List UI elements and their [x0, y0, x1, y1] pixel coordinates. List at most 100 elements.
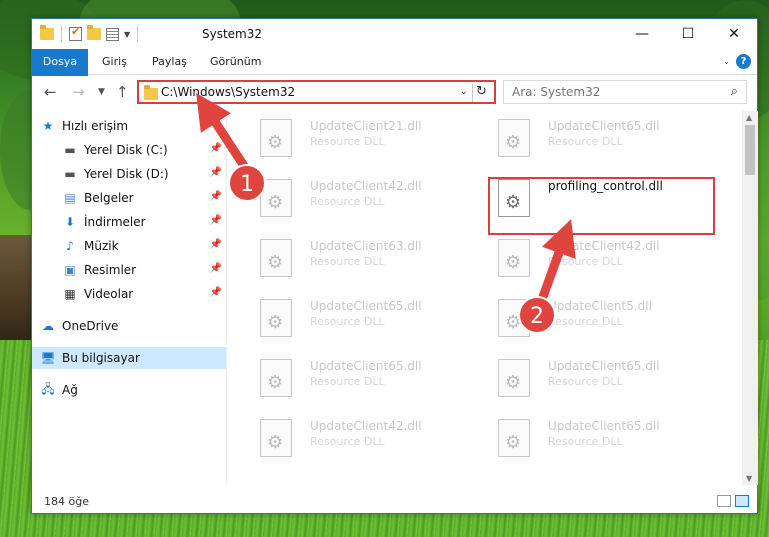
recent-locations-icon[interactable]: ▼	[98, 87, 105, 97]
file-name: UpdateClient42.dll	[310, 419, 422, 433]
pin-icon[interactable]: 📌	[210, 239, 222, 250]
window-title: System32	[202, 27, 263, 41]
search-input[interactable]	[512, 82, 712, 102]
file-item[interactable]: ⚙ UpdateClient65.dll Resource DLL	[488, 351, 718, 407]
tab-share[interactable]: Paylaş	[142, 49, 197, 75]
sidebar-item-label: Bu bilgisayar	[62, 351, 140, 365]
view-properties-icon[interactable]	[106, 27, 119, 41]
file-name: UpdateClient65.dll	[548, 359, 660, 373]
file-item[interactable]: ⚙ UpdateClient42.dll Resource DLL	[250, 171, 480, 227]
file-explorer-window: ▼ System32 — ☐ ✕ Dosya Giriş Paylaş Görü…	[31, 18, 758, 514]
video-icon: ▦	[64, 287, 76, 301]
tab-view[interactable]: Görünüm	[200, 49, 271, 75]
window-controls: — ☐ ✕	[619, 19, 757, 49]
folder-icon	[144, 85, 158, 100]
file-name: UpdateClient42.dll	[310, 179, 422, 193]
file-highlight-box	[488, 177, 715, 235]
large-icons-view-icon[interactable]	[735, 495, 749, 507]
sidebar-item-quick-access[interactable]: ★ Hızlı erişim	[40, 115, 226, 137]
file-item[interactable]: ⚙ UpdateClient65.dll Resource DLL	[488, 111, 718, 167]
address-bar[interactable]: C:\Windows\System32 ⌄ ↻	[137, 80, 496, 104]
help-icon[interactable]: ?	[736, 54, 751, 69]
file-type: Resource DLL	[310, 255, 385, 268]
file-name: UpdateClient65.dll	[548, 119, 660, 133]
sidebar-item-label: Resimler	[84, 263, 137, 277]
pane-divider[interactable]	[226, 111, 227, 485]
scroll-down-icon[interactable]: ▼	[746, 474, 752, 483]
sidebar-item-label: Müzik	[84, 239, 119, 253]
step-badge-1: 1	[228, 164, 266, 202]
sidebar-item-label: Ağ	[62, 383, 78, 397]
file-item[interactable]: ⚙ UpdateClient65.dll Resource DLL	[488, 411, 718, 467]
search-box[interactable]: ⌕	[503, 80, 747, 104]
pin-icon[interactable]: 📌	[210, 215, 222, 226]
sidebar-item-videos[interactable]: ▦ Videolar 📌	[62, 283, 226, 305]
sidebar-item-onedrive[interactable]: ☁ OneDrive	[40, 315, 226, 337]
pin-icon[interactable]: 📌	[210, 263, 222, 274]
tab-home[interactable]: Giriş	[92, 49, 137, 75]
back-arrow-icon[interactable]: ←	[44, 83, 57, 101]
properties-check-icon[interactable]	[69, 25, 82, 41]
dll-file-icon: ⚙	[498, 239, 530, 277]
sidebar-item-local-disk-d[interactable]: ▬ Yerel Disk (D:) 📌	[62, 163, 226, 185]
pin-icon[interactable]: 📌	[210, 143, 222, 154]
vertical-scrollbar[interactable]: ▲ ▼	[742, 111, 758, 485]
sidebar-item-label: Belgeler	[84, 191, 134, 205]
pin-icon[interactable]: 📌	[210, 167, 222, 178]
title-bar: ▼ System32 — ☐ ✕	[32, 19, 757, 49]
file-type: Resource DLL	[310, 315, 385, 328]
view-switcher	[717, 495, 749, 507]
file-list: ⚙ UpdateClient21.dll Resource DLL ⚙ Upda…	[240, 111, 744, 485]
minimize-button[interactable]: —	[619, 19, 665, 49]
file-item[interactable]: ⚙ UpdateClient42.dll Resource DLL	[250, 411, 480, 467]
sidebar-item-network[interactable]: 🖧 Ağ	[40, 379, 226, 401]
sidebar-item-downloads[interactable]: ⬇ İndirmeler 📌	[62, 211, 226, 233]
file-name: UpdateClient5.dll	[548, 299, 652, 313]
maximize-button[interactable]: ☐	[665, 19, 711, 49]
address-dropdown-icon[interactable]: ⌄	[460, 86, 468, 97]
file-name: UpdateClient21.dll	[310, 119, 422, 133]
expand-ribbon-icon[interactable]: ⌄	[723, 57, 730, 66]
file-type: Resource DLL	[310, 435, 385, 448]
sidebar-item-pictures[interactable]: ▣ Resimler 📌	[62, 259, 226, 281]
customize-toolbar-icon[interactable]: ▼	[124, 30, 130, 39]
file-item[interactable]: ⚙ UpdateClient65.dll Resource DLL	[250, 351, 480, 407]
file-type: Resource DLL	[548, 375, 623, 388]
navigation-bar: ← → ▼ ↑ C:\Windows\System32 ⌄ ↻ ⌕	[32, 76, 757, 110]
pin-icon[interactable]: 📌	[210, 287, 222, 298]
refresh-icon[interactable]: ↻	[472, 84, 490, 102]
scroll-up-icon[interactable]: ▲	[746, 113, 752, 122]
forward-arrow-icon[interactable]: →	[72, 83, 85, 101]
scrollbar-thumb[interactable]	[745, 125, 755, 175]
address-path[interactable]: C:\Windows\System32	[161, 85, 295, 99]
search-icon[interactable]: ⌕	[731, 84, 738, 99]
item-count: 184 öğe	[44, 495, 89, 508]
close-button[interactable]: ✕	[711, 19, 757, 49]
file-item[interactable]: ⚙ UpdateClient21.dll Resource DLL	[250, 111, 480, 167]
quick-access-toolbar: ▼	[40, 25, 140, 42]
file-type: Resource DLL	[548, 135, 623, 148]
cloud-icon: ☁	[42, 319, 54, 333]
pin-icon[interactable]: 📌	[210, 191, 222, 202]
details-view-icon[interactable]	[717, 495, 731, 507]
dll-file-icon: ⚙	[498, 359, 530, 397]
file-item[interactable]: ⚙ UpdateClient42.dll Resource DLL	[488, 231, 718, 287]
sidebar-item-this-pc[interactable]: 🖥 Bu bilgisayar	[32, 347, 226, 369]
file-item[interactable]: ⚙ UpdateClient63.dll Resource DLL	[250, 231, 480, 287]
sidebar-item-music[interactable]: ♪ Müzik 📌	[62, 235, 226, 257]
up-arrow-icon[interactable]: ↑	[116, 83, 129, 101]
music-icon: ♪	[66, 239, 74, 253]
dll-file-icon: ⚙	[260, 239, 292, 277]
dll-file-icon: ⚙	[260, 419, 292, 457]
sidebar-item-documents[interactable]: ▤ Belgeler 📌	[62, 187, 226, 209]
sidebar-item-local-disk-c[interactable]: ▬ Yerel Disk (C:) 📌	[62, 139, 226, 161]
dll-file-icon: ⚙	[260, 299, 292, 337]
file-type: Resource DLL	[310, 195, 385, 208]
file-type: Resource DLL	[310, 135, 385, 148]
file-type: Resource DLL	[548, 255, 623, 268]
file-name: UpdateClient65.dll	[548, 419, 660, 433]
computer-icon: 🖥	[40, 351, 56, 365]
file-item[interactable]: ⚙ UpdateClient65.dll Resource DLL	[250, 291, 480, 347]
drive-icon: ▬	[64, 167, 76, 181]
new-folder-icon[interactable]	[87, 25, 101, 40]
